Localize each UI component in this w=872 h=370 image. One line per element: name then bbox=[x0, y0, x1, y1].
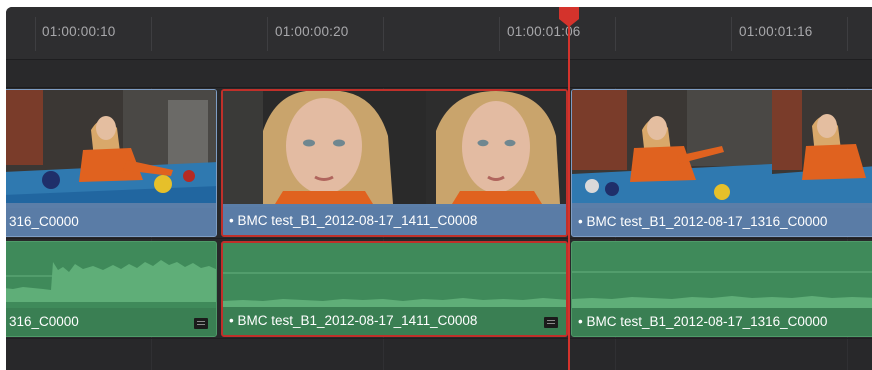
clip-label: • BMC test_B1_2012-08-17_1411_C0008 bbox=[223, 207, 566, 235]
timecode-label: 01:00:01:16 bbox=[739, 24, 813, 39]
timecode-label: 01:00:00:20 bbox=[275, 24, 349, 39]
audio-waveform bbox=[6, 260, 216, 302]
audio-waveform bbox=[223, 272, 566, 309]
track-divider bbox=[6, 338, 872, 339]
clip-thumbnails bbox=[223, 91, 566, 204]
audio-waveform-icon[interactable] bbox=[544, 317, 558, 328]
playhead-marker-icon[interactable] bbox=[558, 7, 580, 27]
ruler-tick bbox=[267, 17, 268, 51]
audio-clip[interactable]: • BMC test_B1_2012-08-17_1316_C0000 bbox=[571, 241, 872, 337]
thumbnail-image bbox=[572, 90, 772, 203]
thumbnail-image bbox=[426, 91, 566, 204]
ruler-subtrack bbox=[6, 60, 872, 88]
track-divider bbox=[6, 238, 872, 239]
clip-label: • BMC test_B1_2012-08-17_1411_C0008 bbox=[223, 307, 566, 335]
timecode-label: 01:00:00:10 bbox=[42, 24, 116, 39]
timeline-panel[interactable]: 01:00:00:10 01:00:00:20 01:00:01:06 01:0… bbox=[6, 7, 872, 370]
clip-label: 316_C0000 bbox=[6, 308, 216, 336]
ruler-tick bbox=[731, 17, 732, 51]
audio-clip-selected[interactable]: • BMC test_B1_2012-08-17_1411_C0008 bbox=[221, 241, 568, 337]
clip-label: • BMC test_B1_2012-08-17_1316_C0000 bbox=[572, 308, 872, 336]
playhead-line[interactable] bbox=[568, 17, 570, 370]
clip-thumbnails bbox=[572, 90, 872, 203]
clip-thumbnails bbox=[6, 90, 216, 203]
ruler-tick bbox=[615, 17, 616, 51]
video-clip[interactable]: • BMC test_B1_2012-08-17_1316_C0000 bbox=[571, 89, 872, 237]
audio-waveform-icon[interactable] bbox=[194, 318, 208, 329]
ruler-tick bbox=[383, 17, 384, 51]
thumbnail-image bbox=[6, 90, 216, 203]
audio-waveform bbox=[572, 271, 872, 308]
ruler-tick bbox=[35, 17, 36, 51]
ruler-tick bbox=[847, 17, 848, 51]
ruler-tick bbox=[499, 17, 500, 51]
thumbnail-image bbox=[223, 91, 426, 204]
clip-label: • BMC test_B1_2012-08-17_1316_C0000 bbox=[572, 208, 872, 236]
ruler-tick bbox=[151, 17, 152, 51]
audio-clip[interactable]: 316_C0000 bbox=[6, 241, 217, 337]
video-clip[interactable]: 316_C0000 bbox=[6, 89, 217, 237]
video-clip-selected[interactable]: • BMC test_B1_2012-08-17_1411_C0008 bbox=[221, 89, 568, 237]
thumbnail-image bbox=[772, 90, 872, 203]
clip-label: 316_C0000 bbox=[6, 208, 216, 236]
